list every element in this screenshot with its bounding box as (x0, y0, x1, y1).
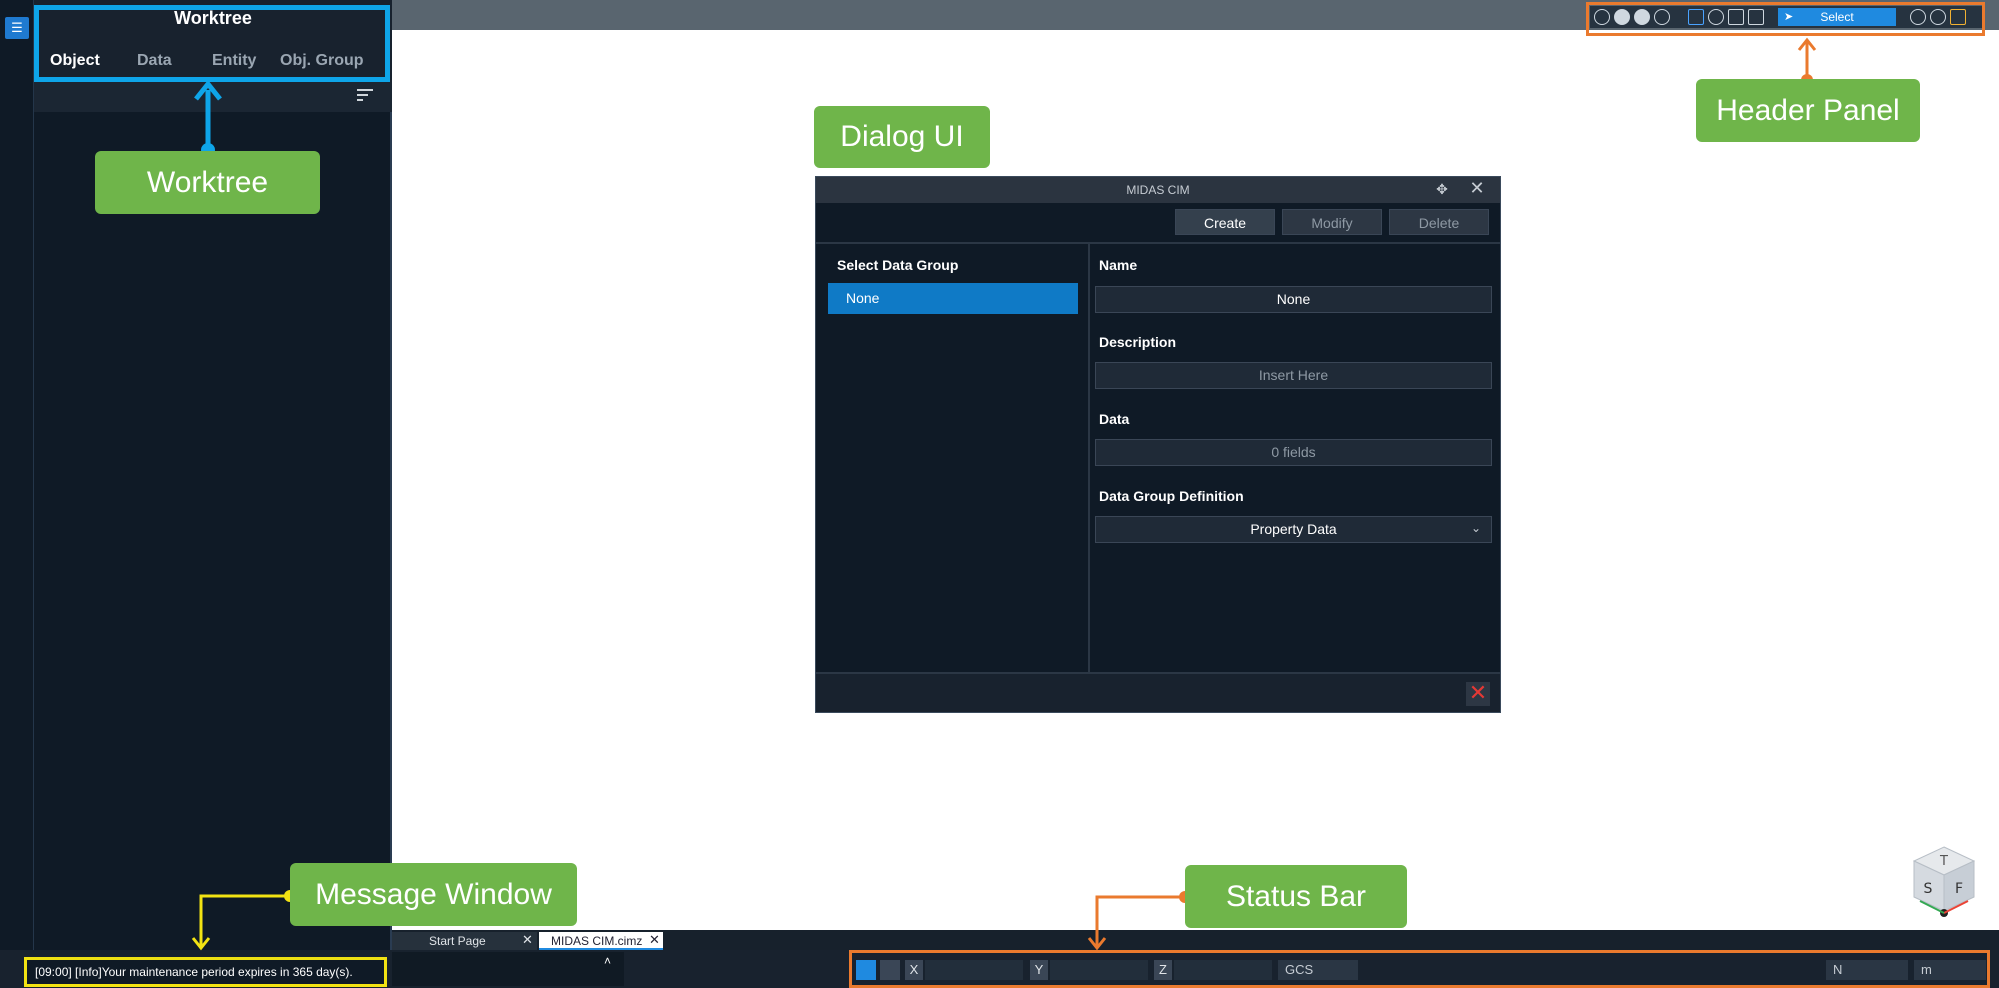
data-label: Data (1099, 411, 1130, 427)
header-highlight-outline (1586, 2, 1985, 36)
data-group-list-item[interactable]: None (828, 283, 1078, 314)
worktree-panel (34, 0, 392, 950)
move-icon[interactable]: ✥ (1434, 181, 1450, 197)
svg-text:S: S (1924, 881, 1933, 897)
worktree-highlight-outline (34, 5, 390, 82)
close-icon[interactable]: ✕ (1468, 178, 1486, 198)
message-window: [09:00] [Info]Your maintenance period ex… (24, 957, 387, 987)
dialog-footer (816, 672, 1500, 712)
svg-text:F: F (1955, 881, 1963, 897)
divider (1088, 244, 1090, 672)
modify-button[interactable]: Modify (1282, 209, 1382, 235)
data-group-definition-select[interactable]: Property Data (1095, 516, 1492, 543)
svg-text:T: T (1939, 854, 1948, 869)
data-group-definition-label: Data Group Definition (1099, 488, 1244, 504)
view-cube-icon[interactable]: T S F (1908, 843, 1980, 921)
data-fields-button[interactable]: 0 fields (1095, 439, 1492, 466)
callout-message-window: Message Window (290, 863, 577, 926)
name-label: Name (1099, 257, 1138, 273)
delete-button[interactable]: Delete (1389, 209, 1489, 235)
callout-worktree: Worktree (95, 151, 320, 214)
sort-icon[interactable] (356, 88, 374, 102)
description-field[interactable]: Insert Here (1095, 362, 1492, 389)
tab-start-page[interactable]: Start Page (392, 932, 537, 950)
select-data-group-label: Select Data Group (837, 257, 959, 273)
worktree-toggle-icon[interactable]: ☰ (5, 17, 29, 39)
close-dialog-button[interactable]: ✕ (1466, 682, 1490, 706)
create-button[interactable]: Create (1175, 209, 1275, 235)
chevron-down-icon: ⌄ (1471, 521, 1482, 535)
left-rail (0, 0, 34, 950)
description-label: Description (1099, 334, 1177, 350)
tab-midas-cim[interactable]: MIDAS CIM.cimz (539, 932, 663, 950)
name-field[interactable]: None (1095, 286, 1492, 313)
callout-dialog-ui: Dialog UI (814, 106, 990, 168)
message-area (392, 952, 624, 986)
close-icon[interactable]: ✕ (649, 932, 660, 948)
caret-up-icon[interactable]: ˄ (604, 954, 611, 968)
divider (816, 242, 1500, 244)
callout-header-panel: Header Panel (1696, 79, 1920, 142)
worktree-toolbar (34, 80, 392, 112)
close-icon[interactable]: ✕ (522, 932, 533, 948)
dialog-title: MIDAS CIM (1126, 183, 1190, 197)
status-bar-highlight-outline (849, 950, 1990, 988)
callout-status-bar: Status Bar (1185, 865, 1407, 928)
